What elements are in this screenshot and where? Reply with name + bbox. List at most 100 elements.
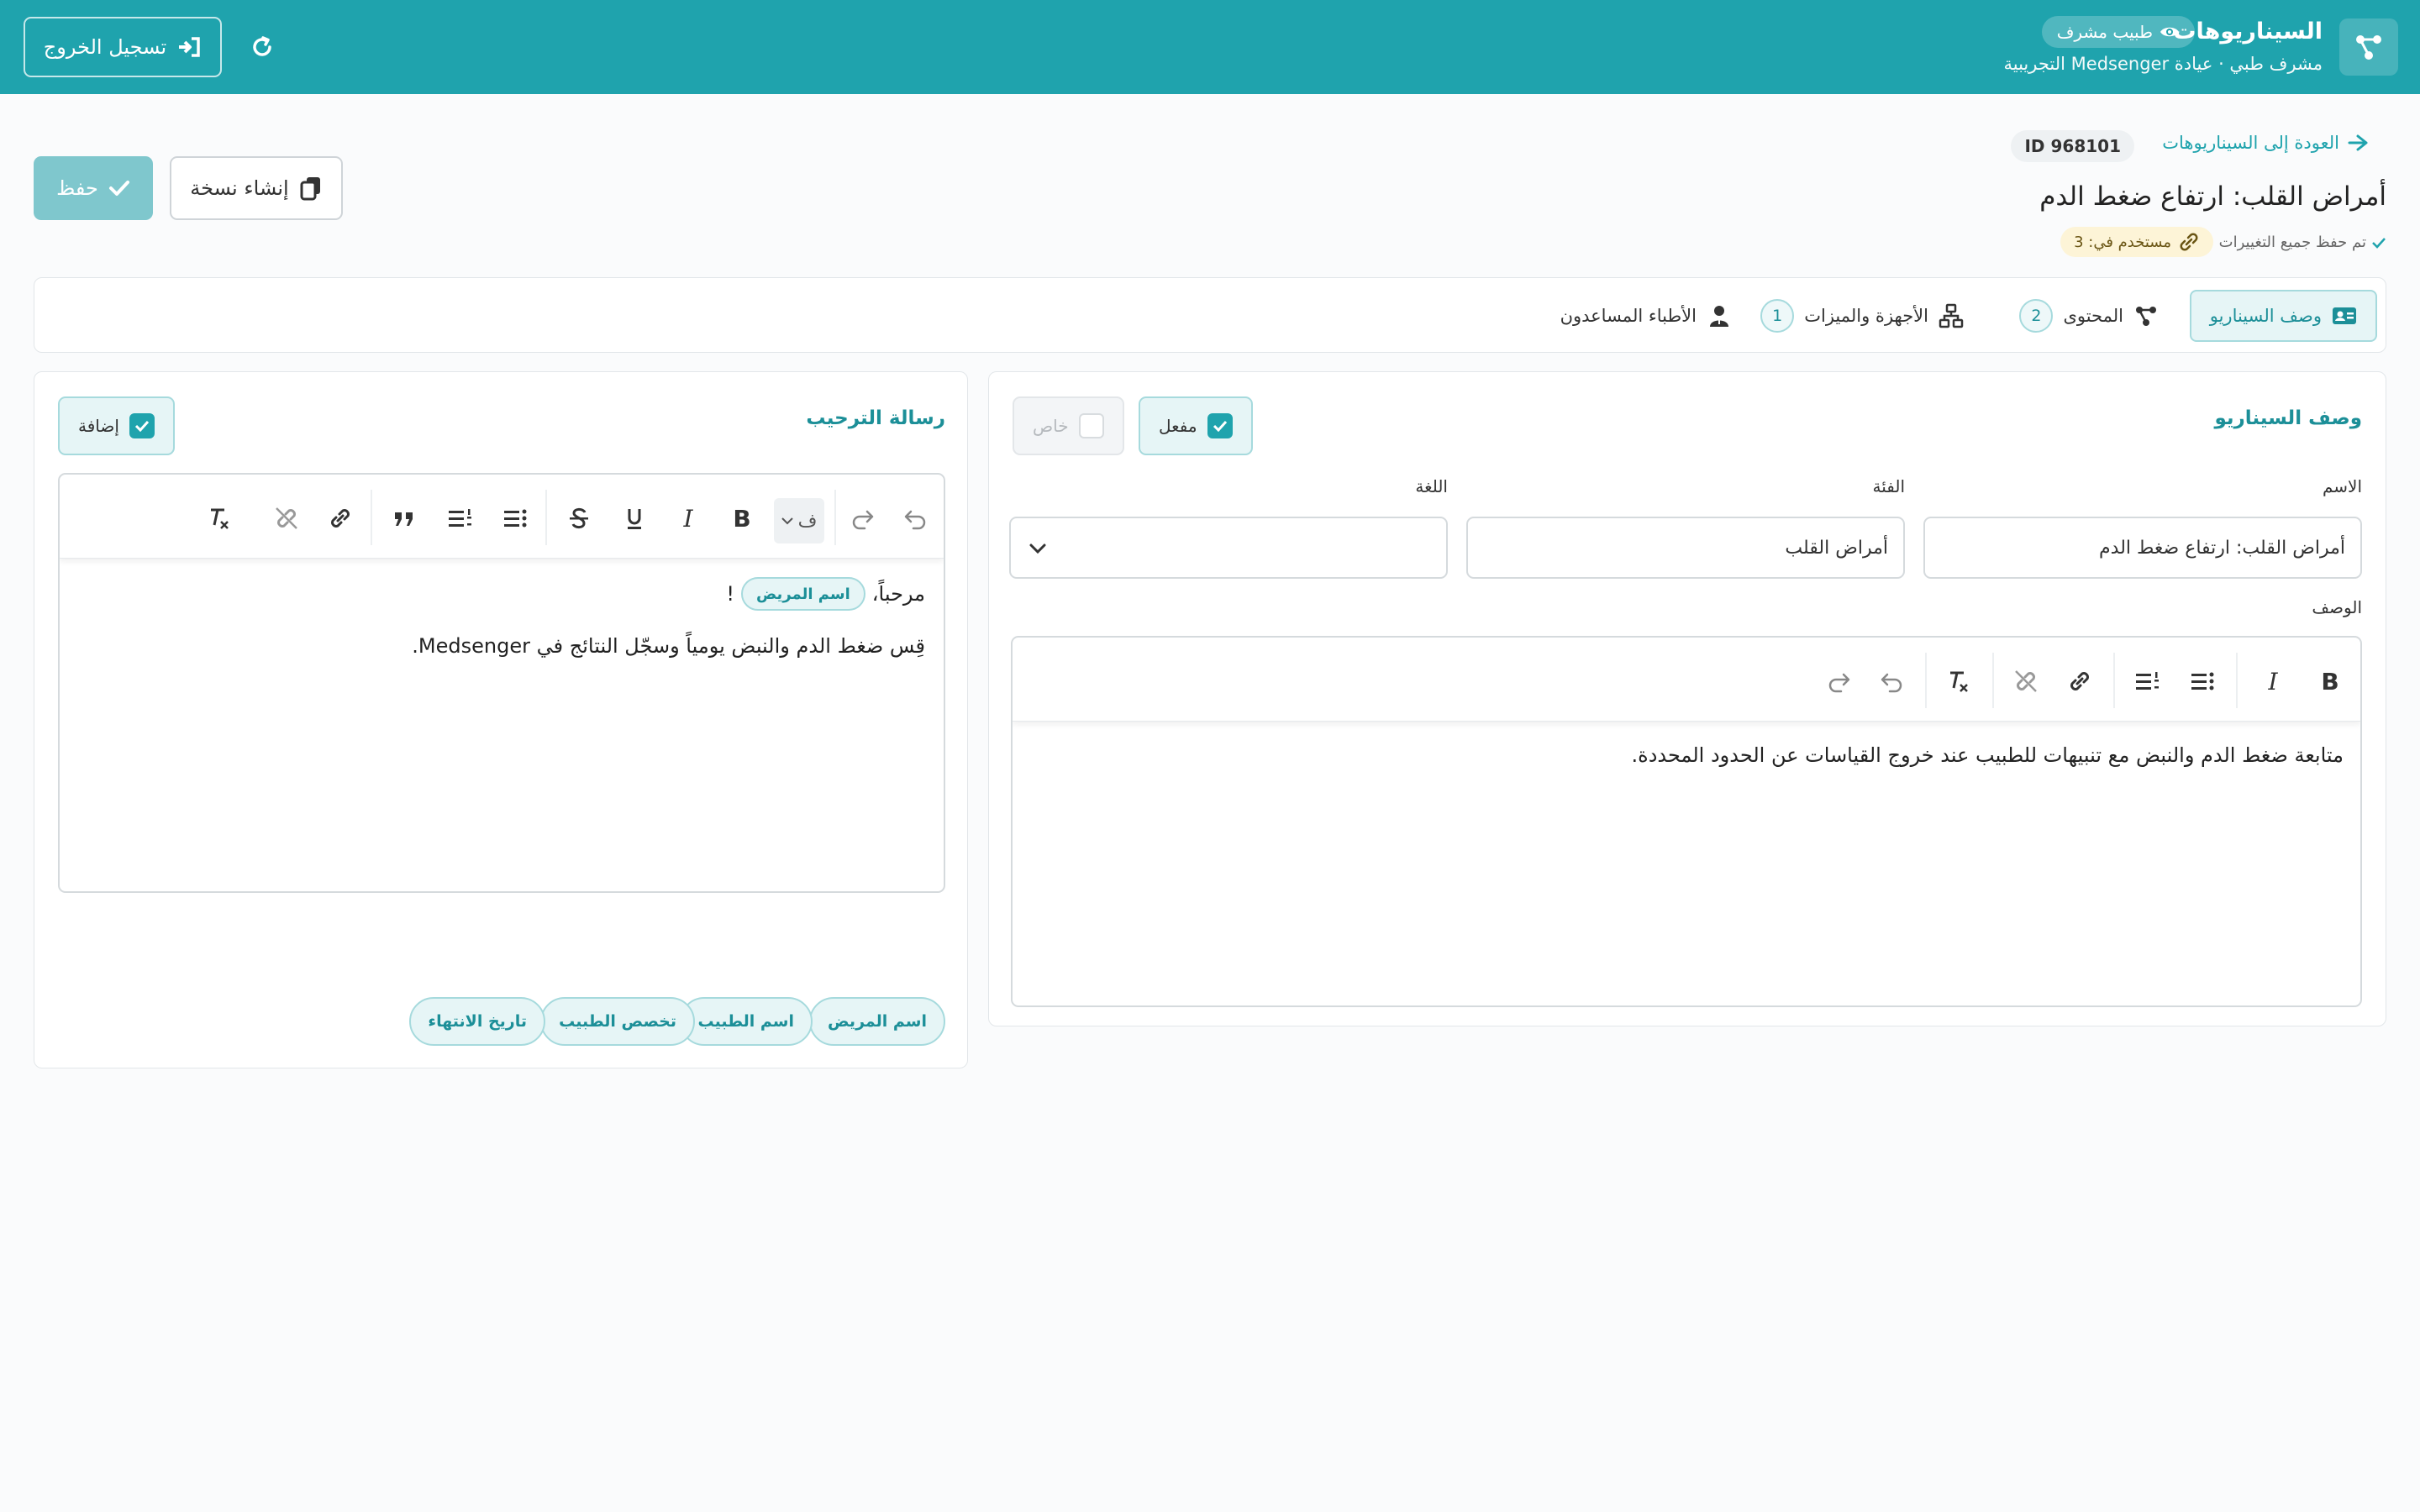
clear-format-icon[interactable] [1939, 661, 1979, 701]
numbered-list-icon[interactable] [439, 498, 480, 538]
variable-chip-end-date[interactable]: تاريخ الانتهاء [409, 997, 545, 1046]
eye-icon [2160, 27, 2179, 37]
check-icon [108, 181, 129, 196]
tab-content[interactable]: المحتوى 2 [2001, 290, 2177, 342]
tab-devices[interactable]: الأجهزة والميزات 1 [1742, 290, 1982, 342]
user-doctor-icon [1707, 303, 1732, 328]
logout-button[interactable]: تسجيل الخروج [24, 17, 222, 77]
tab-content-count: 2 [2019, 299, 2054, 333]
create-copy-button[interactable]: إنشاء نسخة [170, 156, 343, 220]
save-label: حفظ [56, 176, 98, 200]
welcome-editor[interactable]: ف B I مرحباً، اسم المريض ! قِس ضغط الدم … [58, 473, 945, 893]
font-size-value: ف [797, 510, 818, 532]
underline-icon[interactable] [614, 498, 655, 538]
description-editor[interactable]: B I متابعة ضغط الدم والنبض مع تنبيهات لل… [1011, 636, 2362, 1007]
add-welcome-label: إضافة [78, 416, 119, 436]
private-checkbox[interactable] [1078, 413, 1104, 438]
copy-label: إنشاء نسخة [190, 176, 289, 200]
scenario-flow-icon [2356, 35, 2381, 60]
check-icon [1213, 420, 1227, 432]
unlink-icon[interactable] [266, 498, 307, 538]
logout-icon [179, 37, 200, 57]
save-button[interactable]: حفظ [34, 156, 153, 220]
welcome-card-title: رسالة الترحيب [806, 407, 945, 429]
refresh-button[interactable] [245, 30, 279, 64]
tab-description-label: وصف السيناريو [2209, 306, 2322, 326]
id-card-icon [2332, 303, 2357, 328]
numbered-list-icon[interactable] [2127, 661, 2167, 701]
description-toolbar: B I [1013, 638, 2360, 722]
welcome-toolbar: ف B I [60, 475, 944, 559]
quote-icon[interactable] [384, 498, 424, 538]
bold-icon[interactable]: B [2310, 661, 2350, 701]
private-label: خاص [1033, 416, 1069, 436]
variable-chip-doctor-specialty[interactable]: تخصص الطبيب [540, 997, 695, 1046]
redo-icon[interactable] [843, 498, 883, 538]
description-label: الوصف [2312, 597, 2362, 617]
scenario-id-badge: ID 968101 [2011, 130, 2134, 162]
top-bar: السيناريوهات طبيب مشرف مشرف طبي · عيادة … [0, 0, 2420, 94]
toolbar-divider [1925, 653, 1927, 708]
category-label: الفئة [1872, 476, 1905, 496]
toolbar-divider [2113, 653, 2115, 708]
tab-description[interactable]: وصف السيناريو [2189, 290, 2377, 342]
italic-icon[interactable]: I [668, 498, 708, 538]
variable-chip-doctor-name[interactable]: اسم الطبيب [679, 997, 813, 1046]
description-card: وصف السيناريو مفعل خاص الاسم أمراض القلب… [988, 371, 2386, 1026]
add-welcome-toggle[interactable]: إضافة [58, 396, 175, 455]
tab-content-label: المحتوى [2063, 306, 2123, 326]
undo-icon[interactable] [1871, 661, 1912, 701]
save-status: تم حفظ جميع التغييرات [2219, 234, 2386, 251]
private-toggle[interactable]: خاص [1013, 396, 1124, 455]
name-input[interactable]: أمراض القلب: ارتفاع ضغط الدم [1923, 517, 2362, 579]
bullet-list-icon[interactable] [495, 498, 535, 538]
tab-assistant-doctors[interactable]: الأطباء المساعدون [1542, 290, 1750, 342]
language-select[interactable] [1009, 517, 1448, 579]
usage-badge[interactable]: مستخدم في: 3 [2060, 227, 2213, 257]
role-badge: طبيب مشرف [2041, 16, 2195, 48]
chevron-down-icon [781, 517, 793, 525]
back-to-scenarios-link[interactable]: العودة إلى السيناريوهات [2162, 133, 2368, 153]
refresh-icon [253, 36, 271, 56]
link-icon[interactable] [320, 498, 360, 538]
description-card-title: وصف السيناريو [2214, 407, 2362, 429]
check-icon [134, 420, 150, 432]
chevron-down-icon [1029, 543, 1046, 554]
name-label: الاسم [2322, 476, 2362, 496]
toolbar-divider [545, 490, 547, 545]
bullet-list-icon[interactable] [2182, 661, 2223, 701]
strikethrough-icon[interactable] [559, 498, 599, 538]
font-size-select[interactable]: ف [774, 498, 824, 543]
clear-format-icon[interactable] [199, 498, 239, 538]
check-icon [2372, 237, 2386, 249]
role-badge-label: طبيب مشرف [2056, 22, 2153, 42]
undo-icon[interactable] [895, 498, 935, 538]
link-icon[interactable] [2060, 661, 2100, 701]
add-welcome-checkbox[interactable] [129, 413, 155, 438]
category-input[interactable]: أمراض القلب [1466, 517, 1905, 579]
welcome-exclamation: ! [726, 582, 734, 606]
patient-name-chip[interactable]: اسم المريض [741, 577, 865, 611]
app-logo[interactable] [2339, 18, 2398, 76]
enabled-label: مفعل [1159, 416, 1197, 436]
link-icon [2180, 233, 2198, 251]
language-label: اللغة [1415, 476, 1448, 496]
network-icon [1939, 303, 1964, 328]
app-title: السيناريوهات [2173, 18, 2323, 45]
italic-icon[interactable]: I [2253, 661, 2293, 701]
redo-icon[interactable] [1819, 661, 1860, 701]
user-subtitle: مشرف طبي · عيادة Medsenger التجريبية [2003, 54, 2323, 74]
welcome-message-card: رسالة الترحيب إضافة ف B I مرحباً، اسم ال… [34, 371, 968, 1068]
variable-chip-patient-name[interactable]: اسم المريض [809, 997, 945, 1046]
description-text: متابعة ضغط الدم والنبض مع تنبيهات للطبيب… [1631, 743, 2344, 767]
back-link-label: العودة إلى السيناريوهات [2162, 133, 2339, 153]
tab-devices-count: 1 [1760, 299, 1795, 333]
unlink-icon[interactable] [2006, 661, 2046, 701]
toolbar-divider [834, 490, 836, 545]
toolbar-divider [2236, 653, 2238, 708]
bold-icon[interactable]: B [722, 498, 762, 538]
logout-label: تسجيل الخروج [43, 35, 167, 59]
enabled-toggle[interactable]: مفعل [1139, 396, 1253, 455]
enabled-checkbox[interactable] [1207, 413, 1233, 438]
welcome-line-2: قِس ضغط الدم والنبض يومياً وسجّل النتائج… [412, 634, 925, 658]
